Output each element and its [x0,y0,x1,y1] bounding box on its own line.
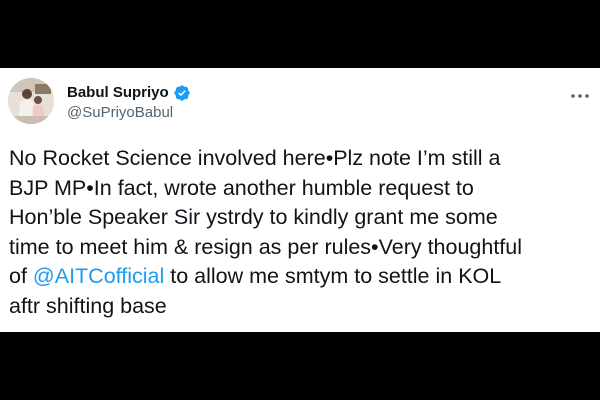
tweet-line: No Rocket Science involved here•Plz note… [9,146,501,170]
tweet-card: Babul Supriyo @SuPriyoBabul No Rocket Sc… [0,68,600,332]
tweet-line: time to meet him & resign as per rules•V… [9,234,523,259]
tweet-line: of @AITCofficial to allow me smtym to se… [9,262,595,292]
avatar-photo [8,78,54,124]
tweet-body: No Rocket Science involved here•Plz note… [9,144,595,321]
more-options-icon[interactable] [568,88,592,98]
mention-link[interactable]: @AITCofficial [33,264,164,288]
verified-badge-icon [173,84,191,102]
display-name-row: Babul Supriyo [67,83,191,103]
display-name[interactable]: Babul Supriyo [67,83,169,103]
user-handle[interactable]: @SuPriyoBabul [67,103,173,123]
tweet-text-fragment: to allow me smtym to settle in KOL [164,264,502,288]
tweet-line: aftr shifting base [9,293,167,318]
avatar[interactable] [8,78,54,124]
tweet-line: BJP MP•In fact, wrote another humble req… [9,175,474,200]
screenshot-frame: Babul Supriyo @SuPriyoBabul No Rocket Sc… [0,0,600,400]
tweet-line: Hon’ble Speaker Sir ystrdy to kindly gra… [9,205,498,229]
tweet-text-fragment: of [9,264,33,288]
